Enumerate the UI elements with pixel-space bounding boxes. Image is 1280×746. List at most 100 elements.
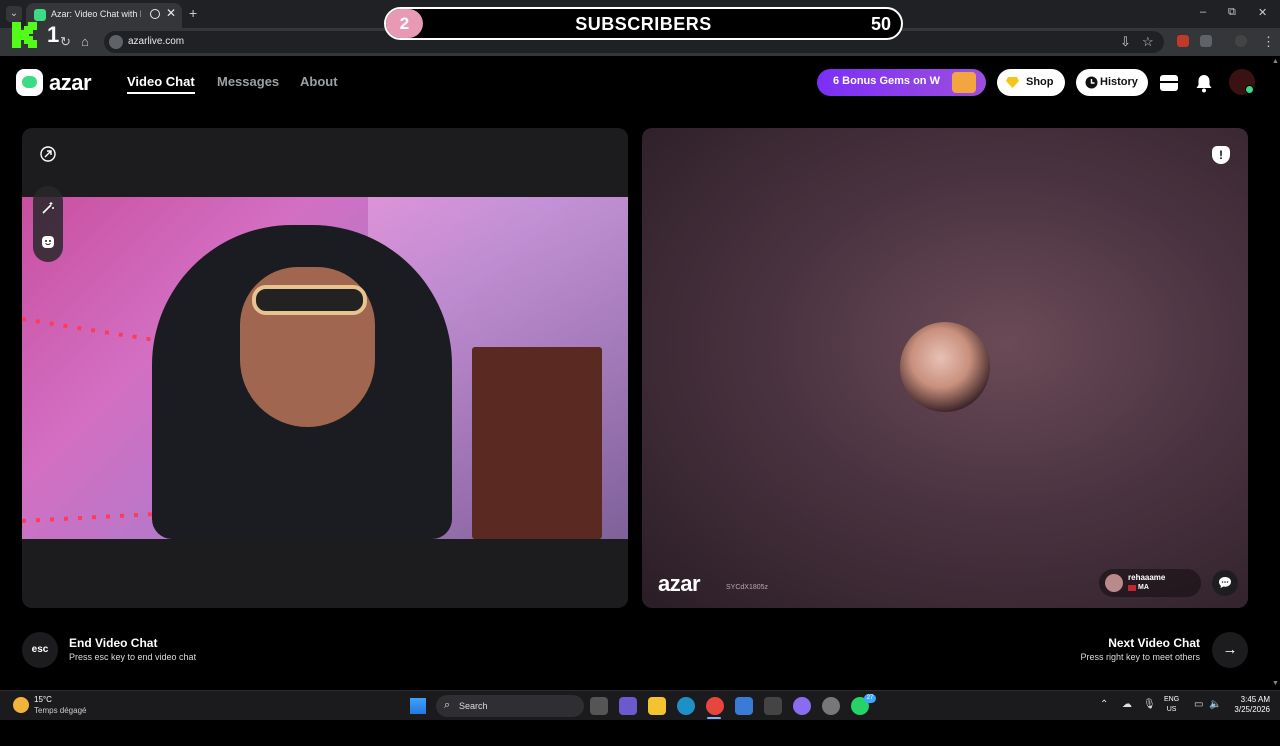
store-icon[interactable] [764,697,782,715]
arrow-right-icon: → [1222,641,1238,658]
chrome-icon[interactable] [706,697,724,715]
file-explorer-icon[interactable] [648,697,666,715]
tab-close-button[interactable]: ✕ [166,6,176,20]
wooden-cabinet [472,347,602,539]
partner-info-tag[interactable]: rehaaame MA [1099,569,1201,597]
filter-button[interactable] [33,227,63,257]
url-text: azarlive.com [128,36,185,47]
effects-button[interactable] [33,193,63,223]
language-code: ENG [1164,696,1180,703]
partner-name: rehaaame [1128,573,1166,582]
clock-time: 3:45 AM [1240,695,1270,704]
overlay-left-counter: 1 [47,22,60,47]
online-status-badge [1245,85,1254,94]
azar-app: azar Video Chat Messages About 6 Bonus G… [0,56,1280,746]
shop-label: Shop [1026,76,1054,88]
chat-bubble-button[interactable] [1212,570,1238,596]
page-scrollbar[interactable] [1272,112,1280,746]
windows-taskbar: 15°C Temps dégagé ⌕ Search 27 ⌃ ☁ 🎙 ENG … [0,690,1280,720]
chat-bubble-icon [1219,577,1231,588]
taskbar-search[interactable]: ⌕ Search [436,695,584,717]
weather-description: Temps dégagé [34,706,87,715]
end-chat-title: End Video Chat [69,636,158,650]
partner-avatar [1105,574,1123,592]
settings-gear-icon[interactable] [822,697,840,715]
next-chat-button[interactable]: → [1212,632,1248,668]
system-clock[interactable]: 3:45 AM 3/25/2026 [1226,695,1270,715]
kick-logo-icon [12,22,37,48]
onedrive-icon[interactable]: ☁ [1122,699,1132,710]
inbox-icon[interactable] [1158,72,1180,94]
partner-profile-photo [900,322,990,412]
site-info-icon[interactable] [109,35,123,49]
home-icon[interactable]: ⌂ [81,34,89,49]
task-view-icon[interactable] [590,697,608,715]
bonus-gems-banner[interactable]: 6 Bonus Gems on W [817,69,986,96]
smiley-icon [42,236,54,248]
install-app-icon[interactable]: ⇩ [1120,34,1131,50]
self-camera-feed [22,197,628,539]
new-tab-button[interactable]: + [189,5,197,21]
search-icon: ⌕ [444,699,451,711]
next-chat-title: Next Video Chat [1108,636,1200,650]
tray-chevron-icon[interactable]: ⌃ [1100,699,1108,710]
end-chat-hint: Press esc key to end video chat [69,652,197,662]
subscriber-goal-label: SUBSCRIBERS [575,14,712,34]
start-windows-icon[interactable] [410,698,426,714]
expand-button[interactable] [33,139,63,169]
magic-wand-icon [42,202,54,214]
self-video-panel [22,128,628,608]
history-button[interactable]: History [1076,69,1148,96]
scroll-down-arrow-icon[interactable]: ▼ [1272,680,1279,687]
input-language[interactable]: ENG US [1164,695,1179,715]
bookmark-star-icon[interactable]: ☆ [1142,34,1154,50]
reload-icon[interactable]: ↻ [60,34,71,50]
edge-icon[interactable] [677,697,695,715]
scroll-up-arrow-icon[interactable]: ▲ [1272,58,1279,65]
tab-search-button[interactable]: ⌄ [6,6,22,22]
led-lights-lower [22,512,152,523]
profile-icon[interactable] [1235,35,1247,47]
clock-date: 3/25/2026 [1234,705,1270,714]
clock-icon [1085,76,1098,89]
partner-country: MA [1138,584,1149,591]
whatsapp-notification-badge: 27 [864,694,876,703]
network-icon[interactable]: ▭ [1194,699,1203,710]
subscriber-goal-bar: 2 SUBSCRIBERS 50 [384,7,903,40]
region-code: US [1166,706,1177,713]
bonus-gems-text: 6 Bonus Gems on W [833,75,940,87]
tab-title: Azar: Video Chat with New [51,9,141,19]
treasure-chest-icon [952,72,976,93]
browser-menu-icon[interactable]: ⋮ [1262,34,1275,50]
end-chat-button[interactable]: esc [22,632,58,668]
extensions-puzzle-icon[interactable] [1200,35,1212,47]
minimize-button[interactable]: – [1200,6,1206,18]
active-app-indicator [707,717,721,719]
brand-name: azar [49,70,92,95]
mail-icon[interactable] [735,697,753,715]
subscriber-goal-count: 50 [870,14,891,34]
maximize-button[interactable]: ⧉ [1228,6,1236,19]
azar-watermark: azar [658,571,701,596]
azar-favicon-icon [34,9,46,21]
volume-icon[interactable]: 🔈 [1209,699,1221,710]
obs-icon[interactable] [793,697,811,715]
gem-icon [1006,77,1019,88]
nav-about[interactable]: About [300,74,338,89]
nav-video-chat[interactable]: Video Chat [127,74,195,94]
azar-logo[interactable]: azar [16,69,106,97]
search-label: Search [459,701,488,711]
extension-icon[interactable] [1177,35,1189,47]
microphone-icon[interactable]: 🎙 [1143,699,1156,710]
notification-bell-icon[interactable] [1193,72,1215,94]
window-close-button[interactable]: ✕ [1258,6,1267,19]
history-label: History [1100,76,1138,88]
nav-messages[interactable]: Messages [217,74,279,89]
copilot-icon[interactable] [619,697,637,715]
shop-button[interactable]: Shop [997,69,1065,96]
expand-icon [40,146,56,162]
weather-temperature: 15°C [34,695,52,704]
sunglasses [252,285,367,315]
weather-moon-icon[interactable] [13,697,29,713]
report-shield-icon[interactable]: ! [1212,146,1230,164]
